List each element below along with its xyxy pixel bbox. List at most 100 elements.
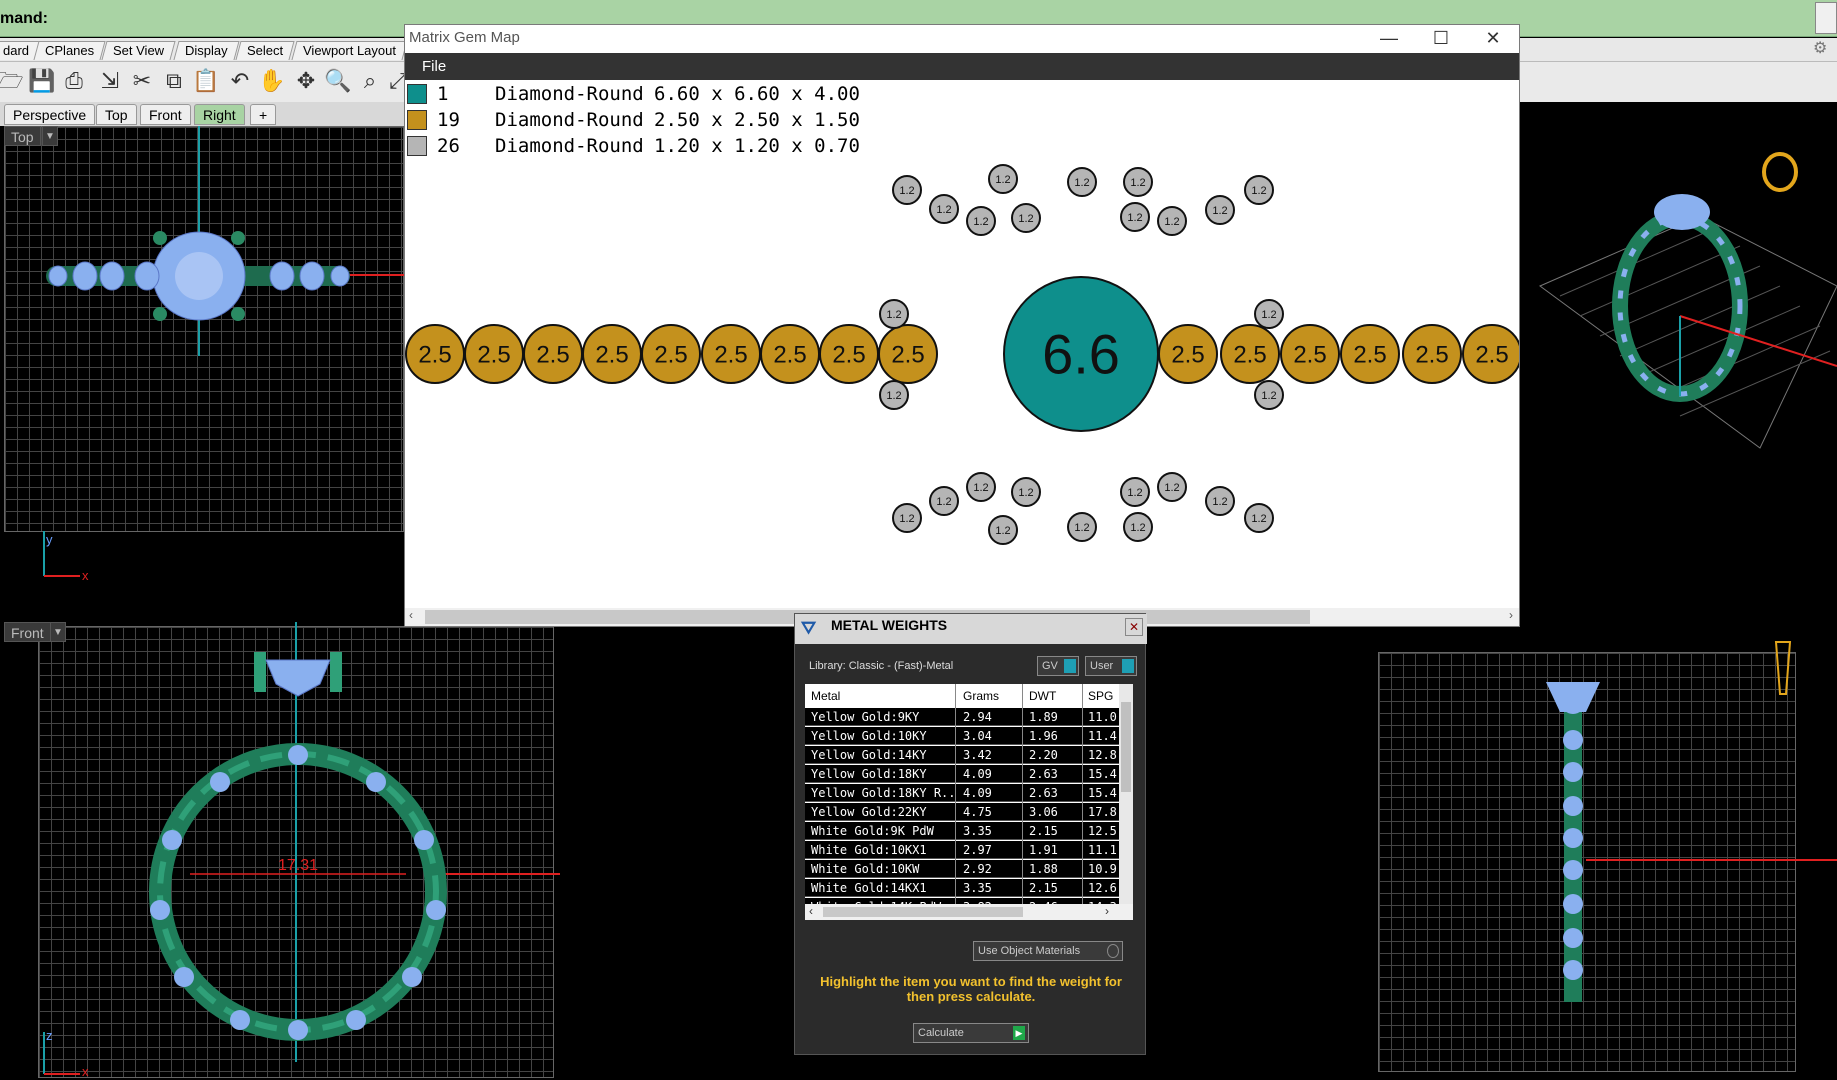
scroll-right-icon[interactable]: › <box>1509 608 1513 622</box>
scroll-left-icon[interactable]: ‹ <box>409 608 413 622</box>
chevron-down-icon[interactable]: ▼ <box>50 622 66 642</box>
column-header-grams[interactable]: Grams <box>963 684 1023 708</box>
svg-text:1.2: 1.2 <box>1130 522 1145 534</box>
toolbar-tab-viewport-layout[interactable]: Viewport Layout <box>291 41 408 60</box>
front-ring-drawing: 17.31 z x <box>43 622 560 1079</box>
gem-map-window[interactable]: Matrix Gem Map — ☐ ✕ File 1 Diamond-Round… <box>404 24 1520 627</box>
svg-text:1.2: 1.2 <box>1164 482 1179 494</box>
table-row[interactable]: White Gold:14KX1 3.35 2.15 12.6 <box>805 879 1127 897</box>
viewport-right[interactable]: y <box>1146 622 1837 1080</box>
column-header-dwt[interactable]: DWT <box>1029 684 1079 708</box>
viewport-front[interactable]: 17.31 z x Front ▼ <box>0 622 560 1080</box>
toolbar-tab-select[interactable]: Select <box>235 41 295 60</box>
gem-medium-2.5: 2.5 <box>760 324 820 384</box>
scroll-left-icon[interactable]: ‹ <box>809 904 813 918</box>
open-folder-icon[interactable]: 🗁 <box>0 67 24 95</box>
toolbar-tab-display[interactable]: Display <box>173 41 240 60</box>
gem-medium-2.5: 2.5 <box>1340 324 1400 384</box>
tab-right[interactable]: Right <box>194 104 245 125</box>
close-icon[interactable]: ✕ <box>1125 618 1143 636</box>
svg-text:17.31: 17.31 <box>278 857 318 874</box>
svg-text:1.2: 1.2 <box>1261 309 1276 321</box>
save-icon[interactable]: 💾 <box>28 67 56 95</box>
gem-small-1.2: 1.2 <box>879 380 909 410</box>
copy-icon[interactable]: ⧉ <box>160 67 188 95</box>
svg-text:2.5: 2.5 <box>1233 341 1266 368</box>
gem-small-1.2: 1.2 <box>929 194 959 224</box>
chevron-down-icon[interactable]: ▼ <box>42 126 58 146</box>
table-row[interactable]: White Gold:9K PdW 3.35 2.15 12.5 <box>805 822 1127 840</box>
move-icon[interactable]: ✥ <box>292 67 320 95</box>
gem-small-1.2: 1.2 <box>1244 175 1274 205</box>
svg-text:2.5: 2.5 <box>595 341 628 368</box>
svg-text:1.2: 1.2 <box>886 309 901 321</box>
viewport-label-front[interactable]: Front <box>4 622 51 642</box>
scroll-right-icon[interactable]: › <box>1105 904 1109 918</box>
gem-small-1.2: 1.2 <box>879 299 909 329</box>
metal-table-vertical-scrollbar[interactable] <box>1119 684 1133 904</box>
svg-text:2.5: 2.5 <box>891 341 924 368</box>
table-row[interactable]: Yellow Gold:14KY 3.42 2.20 12.8 <box>805 746 1127 764</box>
command-history-spinner[interactable] <box>1815 2 1837 34</box>
calculate-button[interactable]: Calculate ▶ <box>913 1023 1029 1043</box>
viewport-label-top[interactable]: Top <box>4 126 41 146</box>
zoom-icon[interactable]: 🔍 <box>324 67 352 95</box>
table-row[interactable]: White Gold:10KW 2.92 1.88 10.9 <box>805 860 1127 878</box>
gear-icon[interactable]: ⚙ <box>1813 40 1831 58</box>
grams-value: 4.75 <box>963 805 992 819</box>
svg-text:1.2: 1.2 <box>936 496 951 508</box>
perspective-ring-drawing <box>1539 152 1837 449</box>
dwt-value: 1.88 <box>1029 862 1058 876</box>
tab-add[interactable]: + <box>250 104 277 125</box>
gem-medium-2.5: 2.5 <box>1158 324 1218 384</box>
column-header-metal[interactable]: Metal <box>811 684 956 708</box>
gv-toggle[interactable]: GV <box>1037 656 1079 676</box>
tab-front[interactable]: Front <box>140 104 191 125</box>
viewport-perspective[interactable] <box>1520 126 1837 620</box>
toolbar-tab-cplanes[interactable]: CPlanes <box>33 41 106 60</box>
metal-weights-panel[interactable]: ⛛ METAL WEIGHTS ✕ Library: Classic - (Fa… <box>794 613 1147 1055</box>
paste-icon[interactable]: 📋 <box>192 67 220 95</box>
svg-text:2.5: 2.5 <box>418 341 451 368</box>
table-row[interactable]: Yellow Gold:22KY 4.75 3.06 17.8 <box>805 803 1127 821</box>
toolbar-tab-set-view[interactable]: Set View <box>101 41 176 60</box>
table-row[interactable]: Yellow Gold:10KY 3.04 1.96 11.4 <box>805 727 1127 745</box>
svg-text:1.2: 1.2 <box>1074 177 1089 189</box>
viewport-top[interactable]: y x Top ▼ <box>0 126 405 620</box>
grams-value: 3.35 <box>963 881 992 895</box>
grams-value: 4.09 <box>963 767 992 781</box>
svg-text:2.5: 2.5 <box>654 341 687 368</box>
gem-small-1.2: 1.2 <box>1067 512 1097 542</box>
svg-text:2.5: 2.5 <box>1415 341 1448 368</box>
table-row[interactable]: Yellow Gold:9KY 2.94 1.89 11.0 <box>805 708 1127 726</box>
svg-text:1.2: 1.2 <box>886 390 901 402</box>
use-object-materials-dropdown[interactable]: Use Object Materials <box>973 941 1123 961</box>
gem-medium-2.5: 2.5 <box>523 324 583 384</box>
svg-text:2.5: 2.5 <box>832 341 865 368</box>
metal-name: Yellow Gold:14KY <box>811 748 927 762</box>
cut-icon[interactable]: ✂ <box>128 67 156 95</box>
print-icon[interactable]: ⎙ <box>60 67 88 95</box>
svg-text:1.2: 1.2 <box>995 174 1010 186</box>
svg-text:1.2: 1.2 <box>1074 522 1089 534</box>
undo-icon[interactable]: ↶ <box>226 67 254 95</box>
zoom-window-icon[interactable]: ⌕ <box>356 67 384 95</box>
svg-text:2.5: 2.5 <box>1353 341 1386 368</box>
svg-text:1.2: 1.2 <box>1212 496 1227 508</box>
metal-table: Metal Grams DWT SPG Yellow Gold:9KY 2.94 1… <box>805 684 1133 904</box>
gem-small-1.2: 1.2 <box>1205 486 1235 516</box>
svg-text:1.2: 1.2 <box>899 185 914 197</box>
command-label: mand: <box>0 10 48 27</box>
metal-table-horizontal-scrollbar[interactable]: ‹ › <box>805 904 1133 920</box>
grams-value: 2.94 <box>963 710 992 724</box>
pan-hand-icon[interactable]: ✋ <box>258 67 286 95</box>
gem-small-1.2: 1.2 <box>1011 203 1041 233</box>
table-row[interactable]: Yellow Gold:18KY R... 4.09 2.63 15.4 <box>805 784 1127 802</box>
user-toggle[interactable]: User <box>1085 656 1137 676</box>
table-row[interactable]: Yellow Gold:18KY 4.09 2.63 15.4 <box>805 765 1127 783</box>
table-row[interactable]: White Gold:10KX1 2.97 1.91 11.1 <box>805 841 1127 859</box>
tab-top[interactable]: Top <box>96 104 137 125</box>
tab-perspective[interactable]: Perspective <box>4 104 96 125</box>
import-icon[interactable]: ⇲ <box>96 67 124 95</box>
dwt-value: 2.15 <box>1029 881 1058 895</box>
